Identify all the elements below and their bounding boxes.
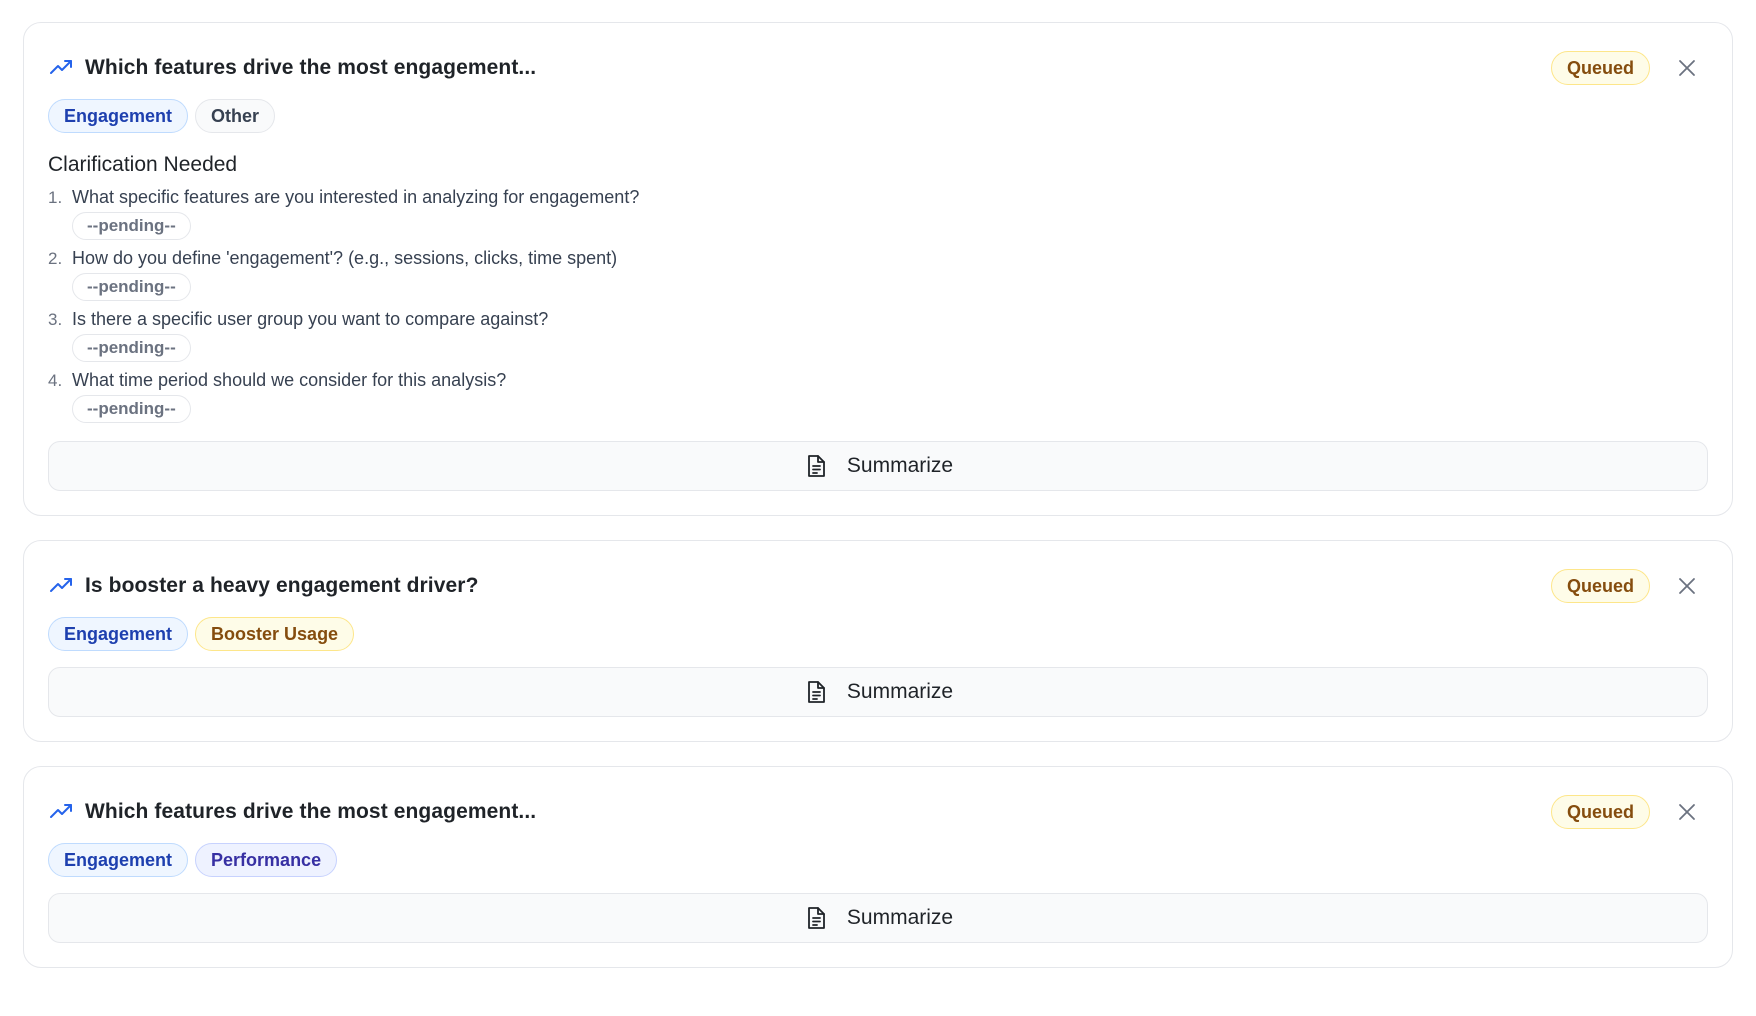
- clarification-title: Clarification Needed: [48, 153, 238, 176]
- summarize-button[interactable]: Summarize: [48, 893, 1708, 943]
- status-badge: Queued: [1550, 569, 1650, 603]
- trending-up-icon: [48, 55, 74, 81]
- summarize-label: Summarize: [846, 680, 954, 703]
- question-number: 3.: [48, 310, 63, 329]
- summarize-label: Summarize: [846, 906, 954, 929]
- trending-up-icon: [48, 799, 74, 825]
- summarize-label: Summarize: [846, 454, 954, 477]
- summarize-button[interactable]: Summarize: [48, 441, 1708, 491]
- question-text: What time period should we consider for …: [72, 370, 507, 390]
- status-badge: Queued: [1550, 795, 1650, 829]
- card-header: Which features drive the most engagement…: [48, 47, 1708, 89]
- document-icon: [803, 679, 829, 705]
- question-text: Is there a specific user group you want …: [72, 309, 549, 329]
- close-button[interactable]: [1672, 571, 1702, 601]
- close-icon: [1679, 60, 1695, 76]
- close-button[interactable]: [1672, 53, 1702, 83]
- tag-list: Engagement Booster Usage: [48, 617, 1708, 651]
- tag-list: Engagement Performance: [48, 843, 1708, 877]
- tag-engagement: Engagement: [48, 617, 189, 651]
- tag-other: Other: [195, 99, 276, 133]
- document-icon: [803, 453, 829, 479]
- analysis-card: Which features drive the most engagement…: [23, 22, 1733, 516]
- clarification-question: 4. What time period should we consider f…: [48, 370, 1708, 429]
- card-header: Is booster a heavy engagement driver? Qu…: [48, 565, 1708, 607]
- card-title: Is booster a heavy engagement driver?: [85, 574, 479, 597]
- close-icon: [1679, 804, 1695, 820]
- pending-answer-badge[interactable]: --pending--: [72, 395, 191, 423]
- analysis-card: Which features drive the most engagement…: [23, 766, 1733, 968]
- pending-answer-badge[interactable]: --pending--: [72, 334, 191, 362]
- tag-engagement: Engagement: [48, 843, 189, 877]
- pending-answer-badge[interactable]: --pending--: [72, 273, 191, 301]
- analysis-card-list: Which features drive the most engagement…: [23, 22, 1733, 992]
- summarize-button[interactable]: Summarize: [48, 667, 1708, 717]
- tag-performance: Performance: [195, 843, 338, 877]
- clarification-question: 3. Is there a specific user group you wa…: [48, 309, 1708, 368]
- clarification-question-list: 1. What specific features are you intere…: [48, 187, 1708, 429]
- card-header: Which features drive the most engagement…: [48, 791, 1708, 833]
- question-text: How do you define 'engagement'? (e.g., s…: [72, 248, 618, 268]
- question-number: 2.: [48, 249, 63, 268]
- document-icon: [803, 905, 829, 931]
- clarification-question: 1. What specific features are you intere…: [48, 187, 1708, 246]
- card-title: Which features drive the most engagement…: [85, 56, 537, 79]
- status-badge: Queued: [1550, 51, 1650, 85]
- tag-engagement: Engagement: [48, 99, 189, 133]
- analysis-card: Is booster a heavy engagement driver? Qu…: [23, 540, 1733, 742]
- trending-up-icon: [48, 573, 74, 599]
- pending-answer-badge[interactable]: --pending--: [72, 212, 191, 240]
- close-icon: [1679, 578, 1695, 594]
- clarification-question: 2. How do you define 'engagement'? (e.g.…: [48, 248, 1708, 307]
- question-text: What specific features are you intereste…: [72, 187, 640, 207]
- close-button[interactable]: [1672, 797, 1702, 827]
- question-number: 1.: [48, 188, 63, 207]
- tag-list: Engagement Other: [48, 99, 1708, 133]
- question-number: 4.: [48, 371, 63, 390]
- tag-booster-usage: Booster Usage: [195, 617, 355, 651]
- card-title: Which features drive the most engagement…: [85, 800, 537, 823]
